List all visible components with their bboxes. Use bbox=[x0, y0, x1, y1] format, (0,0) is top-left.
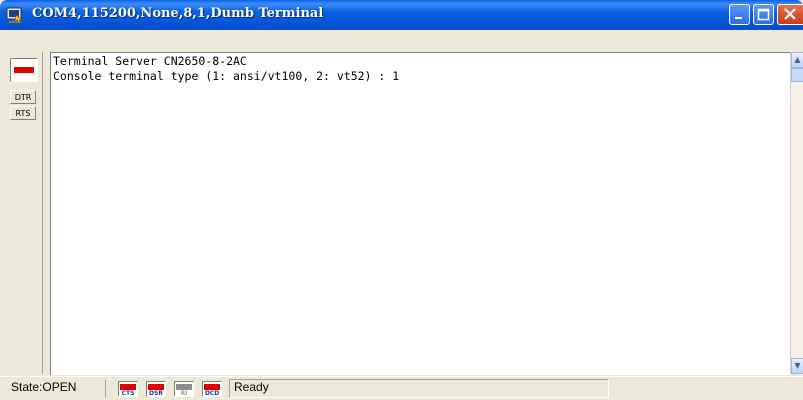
chevron-down-icon: ▼ bbox=[794, 361, 801, 370]
dcd-indicator: DCD bbox=[202, 381, 222, 397]
connection-state: State:OPEN bbox=[11, 380, 77, 394]
dsr-indicator: DSR bbox=[146, 381, 166, 397]
cts-indicator: CTS bbox=[118, 381, 138, 397]
close-icon bbox=[784, 8, 796, 20]
maximize-button[interactable] bbox=[753, 4, 774, 25]
terminal-line: Terminal Server CN2650-8-2AC bbox=[53, 54, 247, 68]
scroll-up-button[interactable]: ▲ bbox=[791, 52, 803, 68]
tx-led-indicator bbox=[14, 67, 34, 73]
status-message: Ready bbox=[234, 380, 269, 394]
terminal-output[interactable]: Terminal Server CN2650-8-2AC Console ter… bbox=[50, 52, 791, 375]
scroll-down-button[interactable]: ▼ bbox=[791, 358, 803, 374]
dcd-label: DCD bbox=[204, 390, 220, 397]
close-button[interactable] bbox=[777, 4, 803, 25]
ri-label: RI bbox=[180, 390, 188, 397]
minimize-icon bbox=[735, 17, 742, 19]
dtr-button[interactable]: DTR bbox=[10, 90, 36, 104]
tx-led bbox=[10, 58, 38, 82]
window-title: COM4,115200,None,8,1,Dumb Terminal bbox=[32, 6, 324, 21]
rts-button[interactable]: RTS bbox=[10, 106, 36, 120]
cts-label: CTS bbox=[121, 390, 135, 397]
chevron-up-icon: ▲ bbox=[794, 55, 801, 64]
title-bar[interactable]: COM4,115200,None,8,1,Dumb Terminal bbox=[0, 0, 803, 30]
terminal-window: COM4,115200,None,8,1,Dumb Terminal DTR R… bbox=[0, 0, 803, 400]
terminal-app-icon[interactable] bbox=[6, 6, 24, 24]
signal-panel: DTR RTS bbox=[6, 52, 43, 374]
minimize-button[interactable] bbox=[729, 4, 750, 25]
vertical-scrollbar[interactable]: ▲ ▼ bbox=[790, 52, 803, 374]
scroll-thumb[interactable] bbox=[791, 68, 803, 82]
status-message-panel bbox=[229, 379, 609, 398]
dsr-label: DSR bbox=[149, 390, 163, 397]
ri-indicator: RI bbox=[174, 381, 194, 397]
status-bar: State:OPEN CTS DSR RI DCD Ready bbox=[0, 376, 803, 400]
status-divider bbox=[105, 379, 106, 398]
maximize-icon bbox=[757, 8, 770, 21]
terminal-line: Console terminal type (1: ansi/vt100, 2:… bbox=[53, 69, 400, 83]
